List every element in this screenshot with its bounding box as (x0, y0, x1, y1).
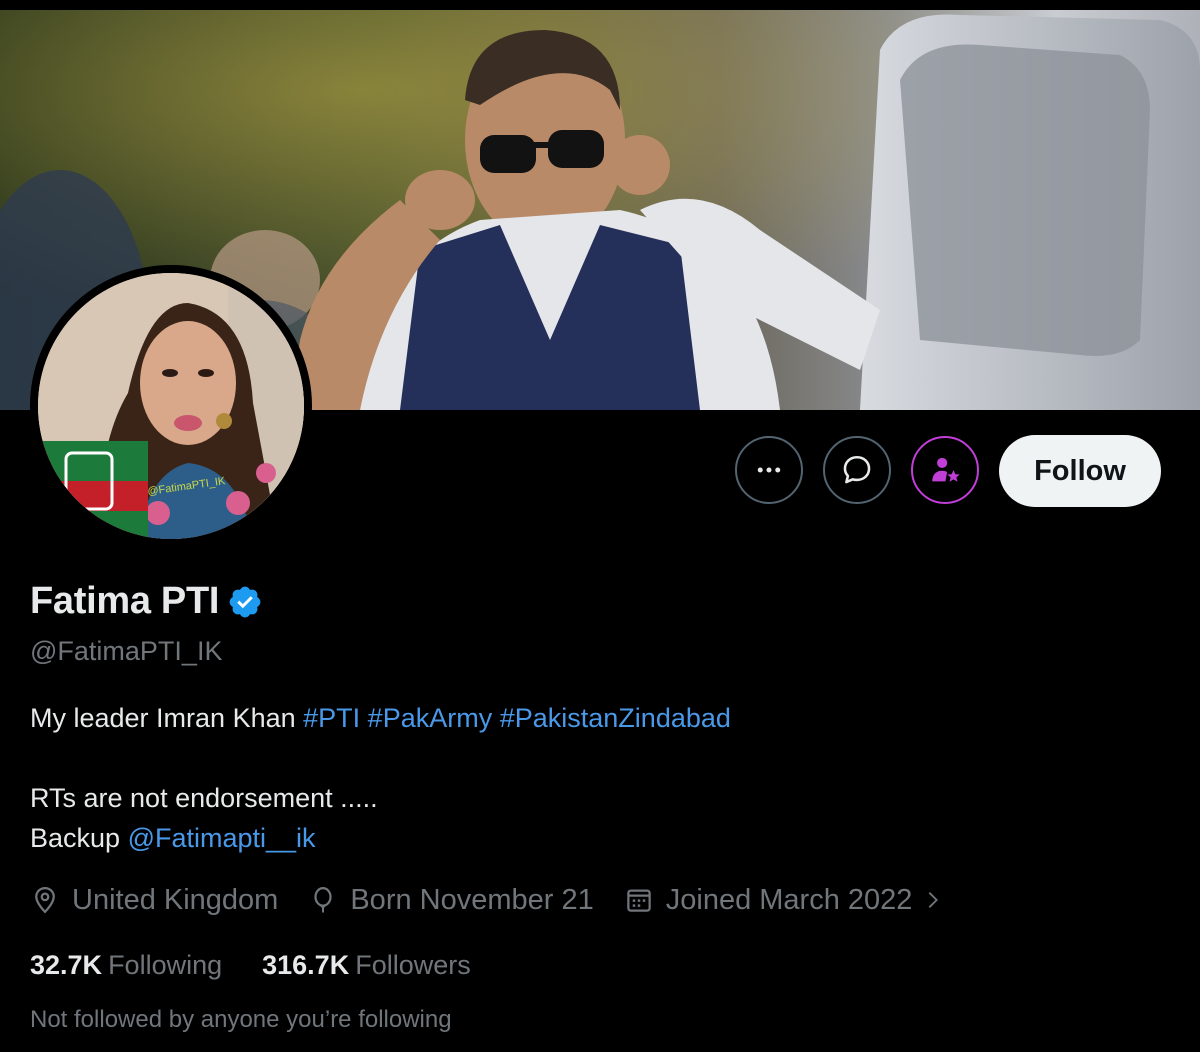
verified-badge-icon[interactable] (227, 584, 263, 620)
message-button[interactable] (823, 436, 891, 504)
profile-name-row: Fatima PTI (30, 580, 263, 623)
bio-text: Backup (30, 823, 128, 853)
birthday-item: Born November 21 (308, 883, 594, 917)
calendar-icon (627, 889, 651, 912)
profile-page: @FatimaPTI_IK Follow Fatima PTI @FatimaP… (0, 0, 1200, 1052)
location-pin-icon (35, 886, 55, 914)
hashtag-link[interactable]: #PakistanZindabad (500, 703, 731, 733)
bio-text: My leader Imran Khan (30, 703, 304, 733)
hashtag-link[interactable]: #PTI (303, 703, 360, 733)
following-count: 32.7K (30, 949, 103, 980)
bio-line-1: My leader Imran Khan #PTI #PakArmy #Paki… (30, 698, 1170, 738)
profile-stats: 32.7K Following 316.7K Followers (30, 945, 511, 985)
birthday-text: Born November 21 (350, 883, 594, 916)
location-item: United Kingdom (30, 884, 278, 917)
subscribe-icon (932, 457, 960, 482)
display-name: Fatima PTI (30, 580, 220, 622)
top-strip (0, 0, 1200, 10)
avatar-photo: @FatimaPTI_IK (38, 273, 304, 539)
follow-button[interactable]: Follow (999, 435, 1161, 507)
more-options-button[interactable] (735, 436, 803, 504)
subscribe-button[interactable] (911, 436, 979, 504)
following-link[interactable]: 32.7K Following (30, 950, 222, 981)
joined-item[interactable]: Joined March 2022 (624, 884, 957, 917)
hashtag-link[interactable]: #PakArmy (368, 703, 493, 733)
balloon-icon (314, 887, 332, 913)
not-followed-note: Not followed by anyone you’re following (30, 1006, 452, 1033)
profile-bio: My leader Imran Khan #PTI #PakArmy #Paki… (30, 698, 1170, 858)
followers-count: 316.7K (262, 949, 350, 980)
mention-link[interactable]: @Fatimapti__ik (128, 823, 316, 853)
message-icon (843, 455, 871, 484)
profile-avatar[interactable]: @FatimaPTI_IK (30, 265, 312, 547)
bio-line-2: RTs are not endorsement ..... (30, 783, 378, 813)
joined-text: Joined March 2022 (665, 883, 913, 916)
location-text: United Kingdom (72, 883, 279, 916)
profile-handle: @FatimaPTI_IK (30, 636, 223, 666)
following-label: Following (108, 949, 223, 980)
followers-label: Followers (355, 949, 471, 980)
chevron-right-icon (929, 892, 939, 908)
profile-meta: United Kingdom Born November 21 Joined M… (30, 880, 986, 920)
bio-line-3: Backup @Fatimapti__ik (30, 818, 1170, 858)
followers-link[interactable]: 316.7K Followers (262, 950, 471, 981)
more-icon (757, 467, 781, 473)
